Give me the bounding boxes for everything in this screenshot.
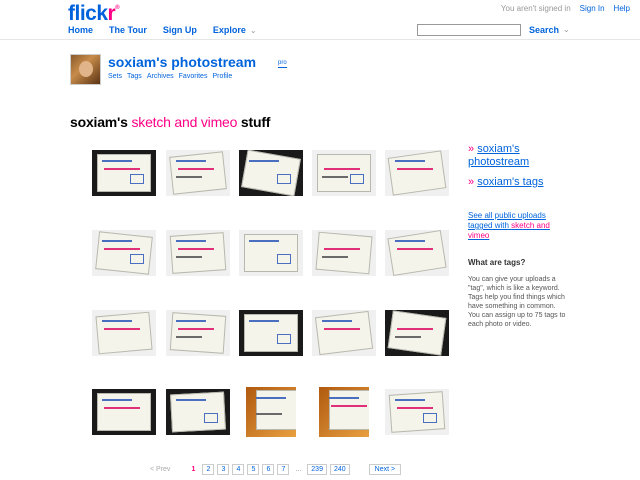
subnav-sets[interactable]: Sets	[108, 73, 122, 80]
subnav-archives[interactable]: Archives	[147, 73, 174, 80]
signed-out-text: You aren't signed in	[500, 4, 571, 13]
main-nav: Home The Tour Sign Up Explore ⌄	[68, 25, 257, 35]
header-divider	[0, 39, 640, 40]
title-tag: sketch and vimeo	[131, 114, 238, 130]
chevron-down-icon[interactable]: ⌄	[250, 26, 257, 35]
subnav-profile[interactable]: Profile	[212, 73, 232, 80]
page-link[interactable]: 7	[277, 464, 290, 475]
logo-trademark: ®	[115, 5, 120, 11]
nav-explore[interactable]: Explore ⌄	[213, 25, 257, 35]
chevron-down-icon[interactable]: ⌄	[563, 25, 570, 34]
photo-thumbnail[interactable]	[385, 230, 449, 276]
page-link[interactable]: 240	[329, 464, 350, 475]
what-are-tags-heading: What are tags?	[468, 258, 526, 267]
subnav-favorites[interactable]: Favorites	[179, 73, 208, 80]
avatar[interactable]	[70, 54, 101, 85]
sign-in-link[interactable]: Sign In	[580, 4, 605, 13]
photo-thumbnail[interactable]	[92, 389, 156, 435]
title-owner: soxiam's	[70, 114, 128, 130]
photo-thumbnail[interactable]	[92, 310, 156, 356]
pagination: < Prev 1 2 3 4 5 6 7 ... 239 240 Next >	[150, 464, 402, 475]
photo-thumbnail[interactable]	[312, 310, 376, 356]
search-button[interactable]: Search	[529, 25, 559, 35]
raquo-icon: »	[468, 176, 475, 188]
photo-thumbnail[interactable]	[166, 150, 230, 196]
prev-page: < Prev	[150, 466, 171, 473]
page-link[interactable]: 4	[232, 464, 245, 475]
title-suffix: stuff	[240, 114, 271, 130]
page-link[interactable]: 5	[247, 464, 260, 475]
current-page: 1	[191, 466, 196, 473]
nav-explore-label: Explore	[212, 25, 246, 35]
photostream-title[interactable]: soxiam's photostream	[108, 54, 256, 70]
help-link[interactable]: Help	[614, 4, 630, 13]
photo-thumbnail[interactable]	[385, 389, 449, 435]
photo-thumbnail[interactable]	[385, 310, 449, 356]
see-all-uploads-link[interactable]: See all public uploads tagged with sketc…	[468, 211, 568, 241]
raquo-icon: »	[468, 143, 475, 155]
pagination-ellipsis: ...	[295, 466, 302, 473]
photo-thumbnail[interactable]	[239, 150, 303, 196]
pro-badge[interactable]: pro	[278, 60, 287, 68]
subnav-tags[interactable]: Tags	[127, 73, 142, 80]
nav-sign-up[interactable]: Sign Up	[163, 25, 197, 35]
page-link[interactable]: 6	[262, 464, 275, 475]
search-input[interactable]	[417, 24, 521, 36]
photo-thumbnail[interactable]	[92, 150, 156, 196]
photo-thumbnail[interactable]	[385, 150, 449, 196]
photo-thumbnail[interactable]	[166, 310, 230, 356]
photo-thumbnail[interactable]	[246, 387, 296, 437]
photostream-subnav: Sets Tags Archives Favorites Profile	[108, 73, 232, 80]
sidebar: » soxiam's photostream » soxiam's tags S…	[468, 143, 568, 329]
photo-thumbnail[interactable]	[239, 310, 303, 356]
photo-thumbnail[interactable]	[312, 150, 376, 196]
tags-link-label: soxiam's tags	[477, 176, 544, 188]
page-title: soxiam's sketch and vimeo stuff	[70, 114, 270, 130]
flickr-logo[interactable]: flickr®	[68, 2, 120, 26]
photo-thumbnail[interactable]	[319, 387, 369, 437]
tags-link[interactable]: » soxiam's tags	[468, 176, 568, 189]
account-links: You aren't signed in Sign In Help	[501, 4, 630, 13]
nav-the-tour[interactable]: The Tour	[109, 25, 147, 35]
photostream-link[interactable]: » soxiam's photostream	[468, 143, 568, 169]
photostream-link-label: soxiam's photostream	[468, 143, 530, 168]
page-link[interactable]: 2	[202, 464, 215, 475]
next-page-button[interactable]: Next >	[368, 464, 402, 475]
page-link[interactable]: 239	[307, 464, 327, 475]
photo-thumbnail[interactable]	[312, 230, 376, 276]
nav-home[interactable]: Home	[68, 25, 93, 35]
photo-thumbnail[interactable]	[239, 230, 303, 276]
what-are-tags-body: You can give your uploads a "tag", which…	[468, 276, 566, 328]
page-link[interactable]: 3	[217, 464, 230, 475]
photo-thumbnail[interactable]	[166, 389, 230, 435]
photo-thumbnail[interactable]	[166, 230, 230, 276]
logo-flick: flick	[68, 2, 108, 25]
photo-thumbnail[interactable]	[92, 230, 156, 276]
